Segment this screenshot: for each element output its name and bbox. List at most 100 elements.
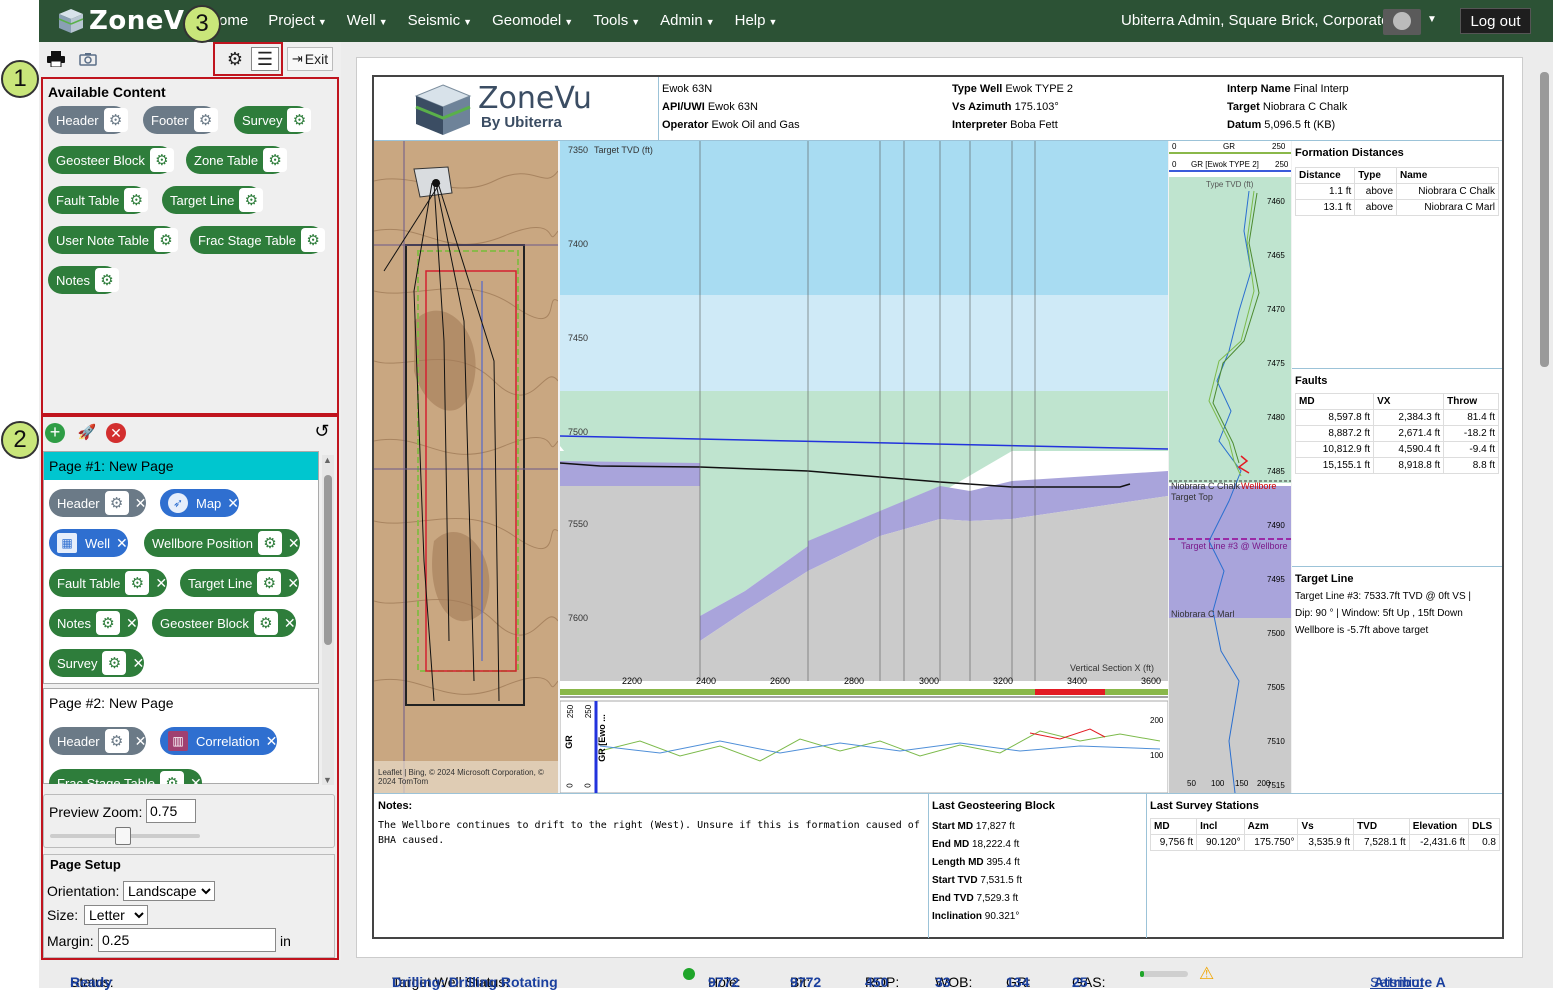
- zonevu-logo[interactable]: ZoneVu: [57, 6, 203, 36]
- add-page-button[interactable]: +: [45, 423, 65, 443]
- scroll-down-icon[interactable]: ▼: [323, 775, 332, 785]
- gas-meter: [1140, 971, 1188, 977]
- gear-icon[interactable]: ⚙: [263, 148, 288, 172]
- page1-item-well[interactable]: ▦ Well ✕: [49, 529, 128, 557]
- scrollbar-thumb[interactable]: [324, 475, 332, 645]
- remove-icon[interactable]: ✕: [132, 655, 144, 672]
- page1-item-fault-table[interactable]: Fault Table ⚙ ✕: [49, 569, 168, 597]
- orientation-select[interactable]: Landscape: [123, 881, 215, 901]
- chip-frac-stage-table[interactable]: Frac Stage Table ⚙: [190, 226, 326, 254]
- logout-button[interactable]: Log out: [1460, 8, 1531, 34]
- grid-icon: ▦: [57, 533, 77, 553]
- chip-geosteer-block[interactable]: Geosteer Block ⚙: [48, 146, 174, 174]
- delete-page-button[interactable]: ✕: [106, 423, 126, 443]
- gear-icon[interactable]: ⚙: [124, 188, 149, 212]
- remove-icon[interactable]: ✕: [227, 495, 239, 512]
- gear-icon[interactable]: ⚙: [149, 148, 174, 172]
- geosteer-row: Start MD 17,827 ft: [932, 818, 1022, 836]
- chip-user-note-table[interactable]: User Note Table ⚙: [48, 226, 178, 254]
- gear-icon[interactable]: ⚙: [239, 188, 264, 212]
- page1-item-map[interactable]: ➶ Map ✕: [160, 489, 240, 517]
- chip-notes[interactable]: Notes ⚙: [48, 266, 119, 294]
- remove-icon[interactable]: ✕: [126, 615, 138, 632]
- geosteer-section[interactable]: Target TVD (ft) 7350 7400 7450 7500 7550…: [560, 141, 1168, 793]
- chip-survey[interactable]: Survey ⚙: [234, 106, 312, 134]
- remove-icon[interactable]: ✕: [287, 575, 299, 592]
- gear-icon[interactable]: ⚙: [104, 729, 129, 753]
- gear-icon[interactable]: ⚙: [102, 651, 127, 675]
- seismic-field[interactable]: Seismic: Attribute A ⌄: [1370, 967, 1446, 990]
- menu-home[interactable]: ome: [219, 12, 248, 29]
- exit-button[interactable]: ⇥ Exit: [287, 47, 333, 71]
- reset-button[interactable]: ↺: [311, 421, 333, 443]
- page2-item-header[interactable]: Header ⚙ ✕: [49, 727, 147, 755]
- remove-icon[interactable]: ✕: [284, 615, 296, 632]
- menu-tools[interactable]: Tools ▼: [593, 12, 640, 29]
- scroll-up-icon[interactable]: ▲: [323, 455, 332, 465]
- scrollbar-thumb[interactable]: [1540, 72, 1549, 367]
- zoom-slider-handle[interactable]: [115, 827, 131, 845]
- gr-track[interactable]: 0 GR 250 GR [Ewok TYPE 2] 0 250 Type TVD…: [1169, 141, 1291, 793]
- gear-icon[interactable]: ⚙: [103, 108, 128, 132]
- gear-icon[interactable]: ⚙: [94, 268, 119, 292]
- pages-scrollbar[interactable]: ▲ ▼: [322, 455, 334, 785]
- remove-icon[interactable]: ✕: [155, 575, 167, 592]
- user-menu-caret-icon[interactable]: ▼: [1427, 14, 1437, 25]
- gear-icon[interactable]: ⚙: [104, 491, 129, 515]
- menu-admin[interactable]: Admin ▼: [660, 12, 714, 29]
- remove-icon[interactable]: ✕: [135, 733, 147, 750]
- chip-header[interactable]: Header ⚙: [48, 106, 128, 134]
- remove-icon[interactable]: ✕: [116, 535, 128, 552]
- page1-item-geosteer-block[interactable]: Geosteer Block ⚙ ✕: [152, 609, 296, 637]
- chip-fault-table[interactable]: Fault Table ⚙: [48, 186, 149, 214]
- gear-icon[interactable]: ⚙: [287, 108, 312, 132]
- list-view-button[interactable]: ☰: [251, 47, 279, 71]
- preview-scrollbar[interactable]: [1538, 57, 1551, 957]
- menu-seismic[interactable]: Seismic ▼: [408, 12, 472, 29]
- remove-icon[interactable]: ✕: [288, 535, 300, 552]
- page2-item-frac-stage-table[interactable]: Frac Stage Table ⚙ ✕: [49, 769, 202, 784]
- size-select[interactable]: Letter: [84, 905, 148, 925]
- page-title[interactable]: Page #1: New Page: [44, 452, 318, 480]
- launch-button[interactable]: 🚀: [77, 423, 97, 443]
- gear-icon[interactable]: ⚙: [253, 611, 278, 635]
- page1-item-header[interactable]: Header ⚙ ✕: [49, 489, 147, 517]
- gear-icon[interactable]: ⚙: [125, 571, 150, 595]
- gear-icon[interactable]: ⚙: [257, 531, 282, 555]
- menu-well[interactable]: Well ▼: [347, 12, 388, 29]
- gear-icon[interactable]: ⚙: [193, 108, 218, 132]
- page-title[interactable]: Page #2: New Page: [44, 689, 318, 717]
- gear-icon[interactable]: ⚙: [153, 228, 178, 252]
- page1-item-survey[interactable]: Survey ⚙ ✕: [49, 649, 145, 677]
- page2-item-correlation[interactable]: ▥ Correlation ✕: [160, 727, 278, 755]
- gear-icon[interactable]: ⚙: [301, 228, 326, 252]
- chip-target-line[interactable]: Target Line ⚙: [162, 186, 264, 214]
- plus-icon: +: [49, 422, 61, 442]
- remove-icon[interactable]: ✕: [190, 775, 202, 785]
- page1-item-notes[interactable]: Notes ⚙ ✕: [49, 609, 138, 637]
- warning-icon[interactable]: ⚠: [1199, 964, 1214, 984]
- chevron-down-icon[interactable]: ⌄: [1378, 974, 1387, 987]
- remove-icon[interactable]: ✕: [266, 733, 278, 750]
- margin-input[interactable]: [98, 928, 276, 952]
- menu-help[interactable]: Help ▼: [735, 12, 778, 29]
- print-button[interactable]: [42, 47, 70, 71]
- gear-icon[interactable]: ⚙: [257, 571, 282, 595]
- chip-zone-table[interactable]: Zone Table ⚙: [186, 146, 288, 174]
- gear-icon[interactable]: ⚙: [95, 611, 120, 635]
- avatar[interactable]: [1383, 9, 1421, 35]
- gear-icon[interactable]: ⚙: [160, 771, 185, 784]
- header-value: Boba Fett: [1010, 119, 1058, 131]
- gr-ytick: 7505: [1267, 683, 1285, 692]
- menu-geomodel[interactable]: Geomodel ▼: [492, 12, 573, 29]
- table-row: 8,597.8 ft 2,384.3 ft 81.4 ft: [1294, 409, 1499, 426]
- page1-item-target-line[interactable]: Target Line ⚙ ✕: [180, 569, 300, 597]
- zoom-input[interactable]: [146, 799, 196, 823]
- map-panel[interactable]: Leaflet | Bing, © 2024 Microsoft Corpora…: [374, 141, 558, 793]
- menu-project[interactable]: Project ▼: [268, 12, 327, 29]
- settings-button[interactable]: ⚙: [221, 47, 249, 71]
- chip-footer[interactable]: Footer ⚙: [143, 106, 218, 134]
- remove-icon[interactable]: ✕: [135, 495, 147, 512]
- page1-item-wellbore-position[interactable]: Wellbore Position ⚙ ✕: [144, 529, 300, 557]
- screenshot-button[interactable]: [74, 47, 102, 71]
